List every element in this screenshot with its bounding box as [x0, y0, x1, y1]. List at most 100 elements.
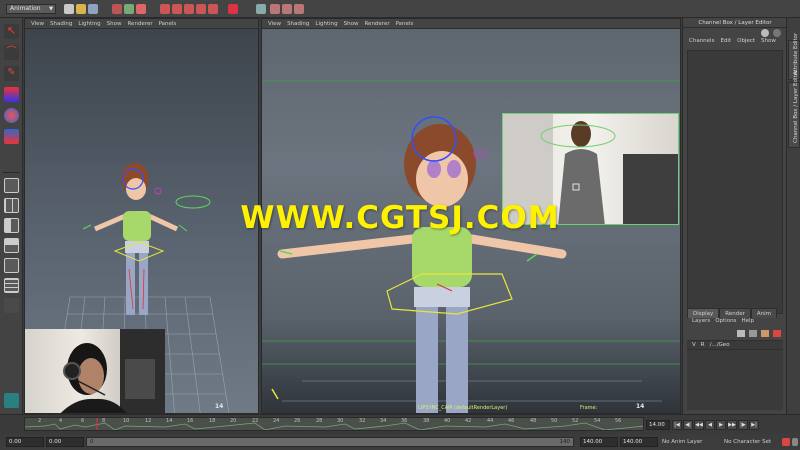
channel-list[interactable] — [687, 50, 783, 314]
menu-view[interactable]: View — [31, 21, 44, 27]
step-forward-icon[interactable]: |▶ — [738, 420, 748, 430]
menu-panels[interactable]: Panels — [159, 21, 177, 27]
menu-panels[interactable]: Panels — [396, 21, 414, 27]
step-back-icon[interactable]: ◀| — [683, 420, 693, 430]
outliner-layout-icon[interactable] — [4, 258, 19, 273]
lipsync-camera-viewport[interactable]: LIPSYNC_CAM (defaultRenderLayer) Frame: … — [262, 29, 680, 413]
shelf-icon[interactable] — [4, 393, 19, 408]
layer-edit-icon[interactable] — [761, 330, 769, 337]
render-settings-icon[interactable] — [294, 4, 304, 14]
snap-grid-icon[interactable] — [160, 4, 170, 14]
anim-layer-select[interactable]: No Anim Layer — [662, 437, 702, 447]
webcam-overlay-presenter — [25, 329, 165, 413]
paint-select-icon[interactable]: ✎ — [4, 66, 19, 81]
camera-label: LIPSYNC_CAM (defaultRenderLayer) — [418, 405, 508, 411]
menu-renderer[interactable]: Renderer — [364, 21, 389, 27]
layout-side-icon[interactable] — [4, 218, 19, 233]
auto-key-icon[interactable] — [782, 438, 790, 446]
new-layer-icon[interactable] — [737, 330, 745, 337]
time-tick-label: 50 — [551, 418, 558, 424]
menu-shading[interactable]: Shading — [287, 21, 309, 27]
time-tick-label: 10 — [123, 418, 130, 424]
render-view-icon[interactable] — [256, 4, 266, 14]
channel-box-layout-icon[interactable] — [773, 29, 781, 37]
next-key-icon[interactable]: ▶▶ — [727, 420, 737, 430]
perspective-viewport[interactable]: 14 — [25, 29, 258, 413]
toolbox-divider — [3, 172, 20, 173]
playback-end-field[interactable]: 140.00 — [580, 437, 618, 447]
menu-layers[interactable]: Layers — [692, 318, 710, 328]
time-tick-label: 54 — [594, 418, 601, 424]
select-component-icon[interactable] — [136, 4, 146, 14]
menu-shading[interactable]: Shading — [50, 21, 72, 27]
time-tick-label: 8 — [102, 418, 106, 424]
custom-tool-icon[interactable] — [4, 298, 19, 313]
time-tick-label: 18 — [209, 418, 216, 424]
menu-edit[interactable]: Edit — [720, 38, 731, 48]
webcam-overlay-reference — [502, 113, 679, 225]
render-frame-icon[interactable] — [270, 4, 280, 14]
current-frame-field[interactable]: 14.00 — [646, 420, 670, 430]
make-live-icon[interactable] — [208, 4, 218, 14]
layout-stack-icon[interactable] — [4, 238, 19, 253]
playback-start-field[interactable]: 0.00 — [46, 437, 84, 447]
menu-renderer[interactable]: Renderer — [127, 21, 152, 27]
new-layer-selected-icon[interactable] — [749, 330, 757, 337]
menu-object[interactable]: Object — [737, 38, 755, 48]
menu-help[interactable]: Help — [741, 318, 754, 328]
lasso-tool-icon[interactable]: ⌒ — [4, 45, 19, 60]
menu-set-select[interactable]: Animation ▼ — [6, 4, 56, 14]
layout-single-icon[interactable] — [4, 178, 19, 193]
character-set-select[interactable]: No Character Set — [724, 437, 771, 447]
animation-end-field[interactable]: 140.00 — [620, 437, 658, 447]
menu-view[interactable]: View — [268, 21, 281, 27]
preferences-icon[interactable] — [792, 438, 798, 446]
tab-anim[interactable]: Anim — [750, 308, 778, 318]
layer-delete-icon[interactable] — [773, 330, 781, 337]
save-scene-icon[interactable] — [88, 4, 98, 14]
go-to-start-icon[interactable]: |◀ — [672, 420, 682, 430]
layer-render-toggle[interactable]: R — [701, 342, 705, 348]
layer-visibility-toggle[interactable]: V — [692, 342, 696, 348]
tab-render[interactable]: Render — [719, 308, 751, 318]
prev-key-icon[interactable]: ◀◀ — [694, 420, 704, 430]
menu-channels[interactable]: Channels — [689, 38, 714, 48]
move-tool-icon[interactable] — [4, 87, 19, 102]
menu-lighting[interactable]: Lighting — [315, 21, 337, 27]
channel-box-view-icon[interactable] — [761, 29, 769, 37]
tab-channel-box[interactable]: Channel Box / Layer Editor — [788, 70, 800, 148]
new-scene-icon[interactable] — [64, 4, 74, 14]
layer-tabs: Display Render Anim — [687, 308, 783, 318]
time-tick-label: 4 — [59, 418, 63, 424]
select-object-icon[interactable] — [124, 4, 134, 14]
menu-show[interactable]: Show — [761, 38, 776, 48]
layout-four-icon[interactable] — [4, 198, 19, 213]
snap-point-icon[interactable] — [184, 4, 194, 14]
tab-display[interactable]: Display — [687, 308, 720, 318]
select-hierarchy-icon[interactable] — [112, 4, 122, 14]
select-tool-icon[interactable]: ↖ — [4, 24, 19, 39]
menu-options[interactable]: Options — [715, 318, 736, 328]
go-to-end-icon[interactable]: ▶| — [749, 420, 759, 430]
time-tick-label: 56 — [615, 418, 622, 424]
animation-start-field[interactable]: 0.00 — [6, 437, 44, 447]
scale-tool-icon[interactable] — [4, 129, 19, 144]
history-icon[interactable] — [228, 4, 238, 14]
snap-curve-icon[interactable] — [172, 4, 182, 14]
rotate-tool-icon[interactable] — [4, 108, 19, 123]
snap-plane-icon[interactable] — [196, 4, 206, 14]
range-bar[interactable]: 0 140 — [86, 437, 574, 447]
play-forward-icon[interactable]: ▶ — [716, 420, 726, 430]
menu-lighting[interactable]: Lighting — [78, 21, 100, 27]
menu-show[interactable]: Show — [344, 21, 359, 27]
play-backward-icon[interactable]: ◀ — [705, 420, 715, 430]
graph-layout-icon[interactable] — [4, 278, 19, 293]
right-panel-menubar: View Shading Lighting Show Renderer Pane… — [262, 19, 680, 29]
chevron-down-icon: ▼ — [49, 6, 53, 12]
time-slider-track[interactable]: 2 4 6 8 10 12 14 16 18 20 22 24 26 28 30 32 34 36 38 40 42 44… — [24, 417, 644, 431]
layer-row-geo[interactable]: V R /.../Geo — [687, 340, 783, 350]
time-tick-label: 48 — [530, 418, 537, 424]
menu-show[interactable]: Show — [107, 21, 122, 27]
open-scene-icon[interactable] — [76, 4, 86, 14]
ipr-render-icon[interactable] — [282, 4, 292, 14]
